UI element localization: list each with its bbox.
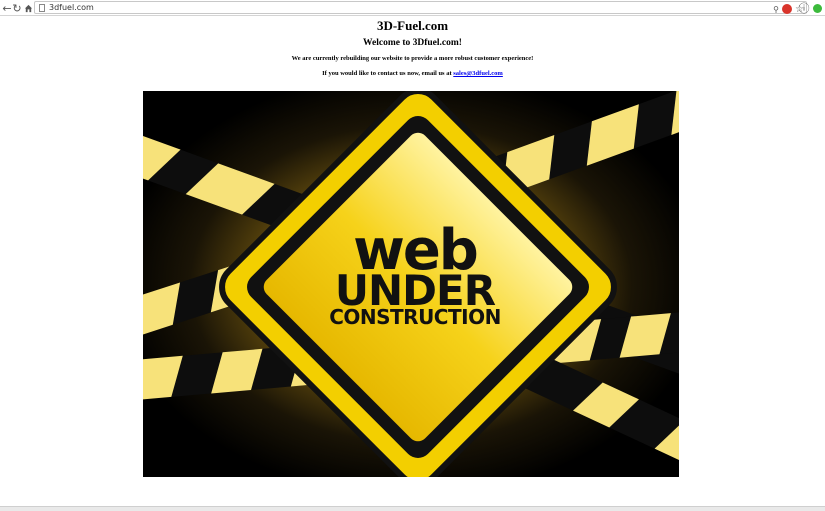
page-icon <box>39 4 45 12</box>
contact-prefix: If you would like to contact us now, ema… <box>322 70 454 77</box>
browser-toolbar: ← ↻ 3dfuel.com ⚲ ☆ ⓘ <box>0 0 825 16</box>
address-bar[interactable]: 3dfuel.com ⚲ ☆ <box>34 1 807 15</box>
sign-word-construction: CONSTRUCTION <box>329 305 501 329</box>
email-link[interactable]: sales@3dfuel.com <box>453 70 503 77</box>
under-construction-banner: web UNDER CONSTRUCTION <box>143 91 679 477</box>
contact-message: If you would like to contact us now, ema… <box>0 70 825 77</box>
page-title: 3D-Fuel.com <box>376 18 449 33</box>
home-icon[interactable] <box>21 1 35 15</box>
status-green-dot-icon[interactable] <box>810 1 824 15</box>
bottom-taskbar <box>0 506 825 511</box>
extension-red-icon[interactable] <box>782 4 793 14</box>
magnifier-icon[interactable]: ⚲ <box>773 5 779 14</box>
info-icon[interactable]: ⓘ <box>797 1 811 15</box>
url-text: 3dfuel.com <box>49 3 94 12</box>
rebuild-message: We are currently rebuilding our website … <box>291 55 534 62</box>
welcome-heading: Welcome to 3Dfuel.com! <box>363 38 462 48</box>
